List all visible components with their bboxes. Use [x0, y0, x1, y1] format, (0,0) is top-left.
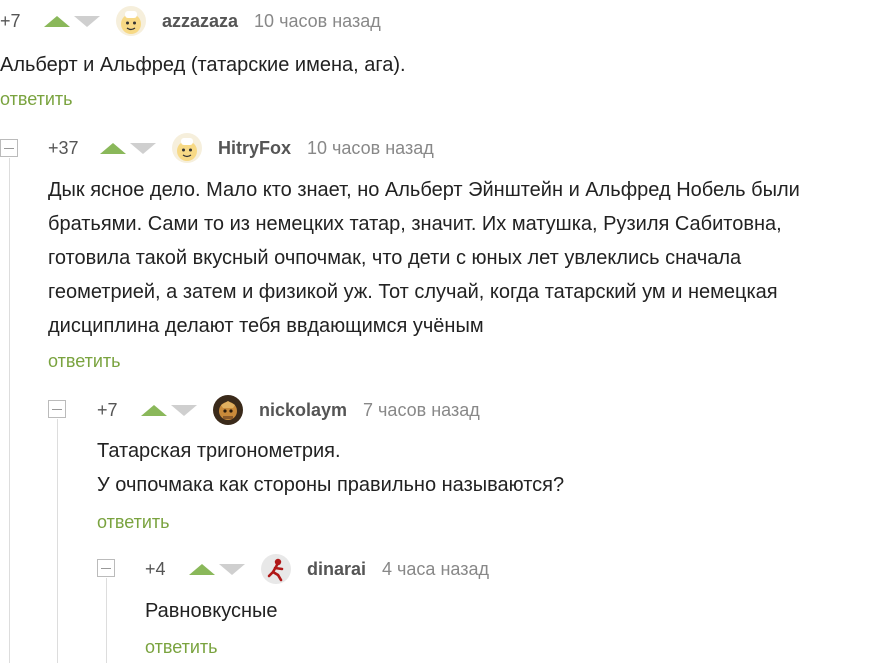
upvote-icon[interactable] — [44, 15, 70, 27]
comment-line: геометрией, а затем и физикой уж. Тот сл… — [48, 281, 778, 303]
username[interactable]: azzazaza — [162, 11, 238, 32]
reply-link[interactable]: ответить — [145, 637, 218, 658]
avatar[interactable] — [172, 133, 202, 163]
comment-text: Дык ясное дело. Мало кто знает, но Альбе… — [48, 173, 800, 343]
comment-header: +7 nickolaym 7 часов назад — [97, 394, 480, 426]
thread-line[interactable] — [9, 158, 10, 663]
comment-header: +7 azzazaza 10 часов назад — [0, 5, 381, 37]
comment-line: Альберт и Альфред (татарские имена, ага)… — [0, 54, 406, 76]
comment-header: +4 dinarai 4 часа назад — [145, 553, 489, 585]
rating: +7 — [97, 399, 118, 420]
avatar[interactable] — [213, 395, 243, 425]
reply-link[interactable]: ответить — [0, 89, 73, 110]
username[interactable]: nickolaym — [259, 400, 347, 421]
downvote-icon[interactable] — [219, 563, 245, 575]
timestamp[interactable]: 10 часов назад — [307, 138, 434, 159]
username[interactable]: HitryFox — [218, 138, 291, 159]
comment-line: дисциплина делают тебя ввдающимся учёным — [48, 315, 484, 337]
downvote-icon[interactable] — [171, 404, 197, 416]
thread-line[interactable] — [106, 578, 107, 663]
collapse-thread-button[interactable] — [48, 400, 66, 418]
comment-line: готовила такой вкусный очпочмак, что дет… — [48, 247, 742, 269]
timestamp[interactable]: 4 часа назад — [382, 559, 489, 580]
downvote-icon[interactable] — [74, 15, 100, 27]
username[interactable]: dinarai — [307, 559, 366, 580]
timestamp[interactable]: 10 часов назад — [254, 11, 381, 32]
cartoon-face-avatar-icon — [172, 133, 202, 163]
collapse-thread-button[interactable] — [97, 559, 115, 577]
avatar[interactable] — [116, 6, 146, 36]
comment-line: Татарская тригонометрия. — [97, 440, 341, 462]
figure-avatar-icon — [261, 554, 291, 584]
upvote-icon[interactable] — [189, 563, 215, 575]
comment-header: +37 HitryFox 10 часов назад — [48, 132, 434, 164]
thread-line[interactable] — [57, 419, 58, 663]
comment-text: Альберт и Альфред (татарские имена, ага)… — [0, 48, 406, 82]
reply-link[interactable]: ответить — [97, 512, 170, 533]
comment-line: братьями. Сами то из немецких татар, зна… — [48, 213, 782, 235]
comment-line: Равновкусные — [145, 600, 278, 622]
avatar[interactable] — [261, 554, 291, 584]
comment-text: Равновкусные — [145, 594, 278, 628]
comment-line: У очпочмака как стороны правильно называ… — [97, 474, 565, 496]
rating: +37 — [48, 137, 79, 158]
comment-text: Татарская тригонометрия. У очпочмака как… — [97, 434, 564, 502]
upvote-icon[interactable] — [141, 404, 167, 416]
cartoon-face-avatar-icon — [116, 6, 146, 36]
upvote-icon[interactable] — [100, 142, 126, 154]
timestamp[interactable]: 7 часов назад — [363, 400, 480, 421]
collapse-thread-button[interactable] — [0, 139, 18, 157]
rating: +4 — [145, 558, 166, 579]
rating: +7 — [0, 10, 21, 31]
reply-link[interactable]: ответить — [48, 351, 121, 372]
photo-avatar-icon — [213, 395, 243, 425]
downvote-icon[interactable] — [130, 142, 156, 154]
comment-line: Дык ясное дело. Мало кто знает, но Альбе… — [48, 179, 800, 201]
